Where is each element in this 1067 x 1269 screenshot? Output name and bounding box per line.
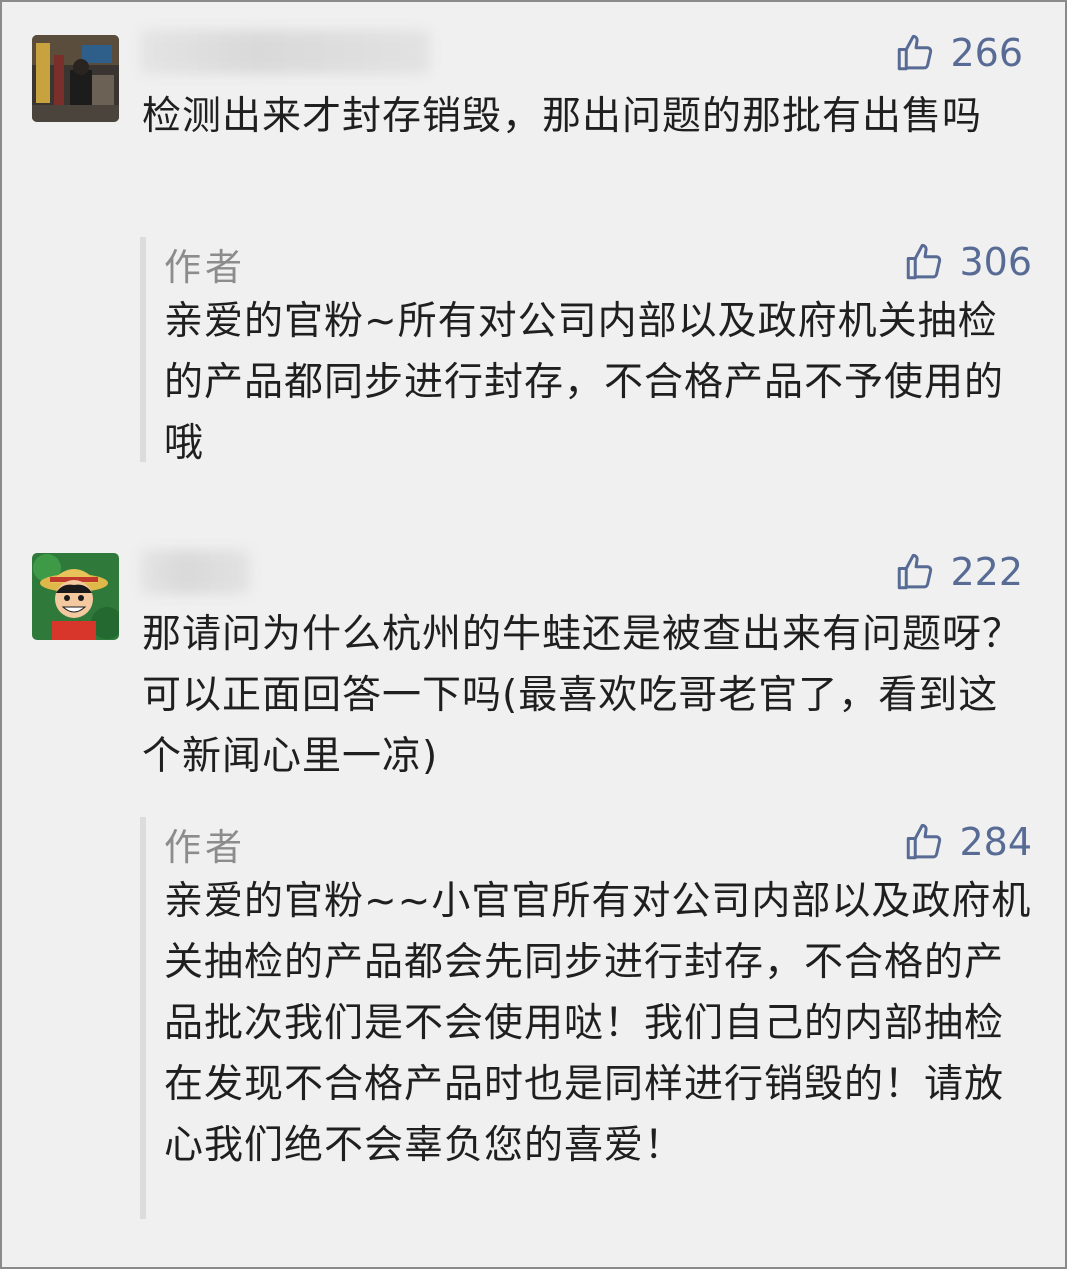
avatar[interactable]	[32, 553, 119, 640]
comment-text: 那请问为什么杭州的牛蛙还是被查出来有问题呀？可以正面回答一下吗(最喜欢吃哥老官了…	[142, 612, 1023, 779]
reply-author: 作者	[164, 826, 246, 869]
thumbs-up-icon	[907, 823, 942, 860]
like-count: 222	[950, 550, 1023, 594]
reply-text: 亲爱的官粉~所有对公司内部以及政府机关抽检的产品都同步进行封存，不合格产品不予使…	[164, 299, 1005, 466]
reply-author: 作者	[164, 246, 246, 289]
comment-text: 检测出来才封存销毁，那出问题的那批有出售吗	[142, 94, 983, 139]
author-reply: 作者 284 亲爱的官粉~~小官官所有对公司内部以及政府机关抽检的产品都会先同步…	[140, 817, 1034, 1219]
like-count: 284	[959, 820, 1032, 864]
reply-text: 亲爱的官粉~~小官官所有对公司内部以及政府机关抽检的产品都会先同步进行封存，不合…	[164, 879, 1032, 1168]
like-count: 266	[950, 31, 1023, 75]
thumbs-up-icon	[898, 34, 933, 71]
like-button[interactable]: 284	[903, 821, 1032, 863]
author-reply: 作者 306 亲爱的官粉~所有对公司内部以及政府机关抽检的产品都同步进行封存，不…	[140, 237, 1034, 466]
comment-section: 266 检测出来才封存销毁，那出问题的那批有出售吗 作者 306 亲爱的官粉~所…	[0, 0, 1067, 1269]
like-button[interactable]: 222	[894, 551, 1023, 593]
thumbs-up-icon	[898, 553, 933, 590]
username-blurred[interactable]	[140, 550, 250, 594]
avatar[interactable]	[32, 35, 119, 122]
username-blurred[interactable]	[140, 30, 430, 74]
like-button[interactable]: 306	[903, 241, 1032, 283]
like-button[interactable]: 266	[894, 32, 1023, 74]
thumbs-up-icon	[907, 243, 942, 280]
like-count: 306	[959, 240, 1032, 284]
